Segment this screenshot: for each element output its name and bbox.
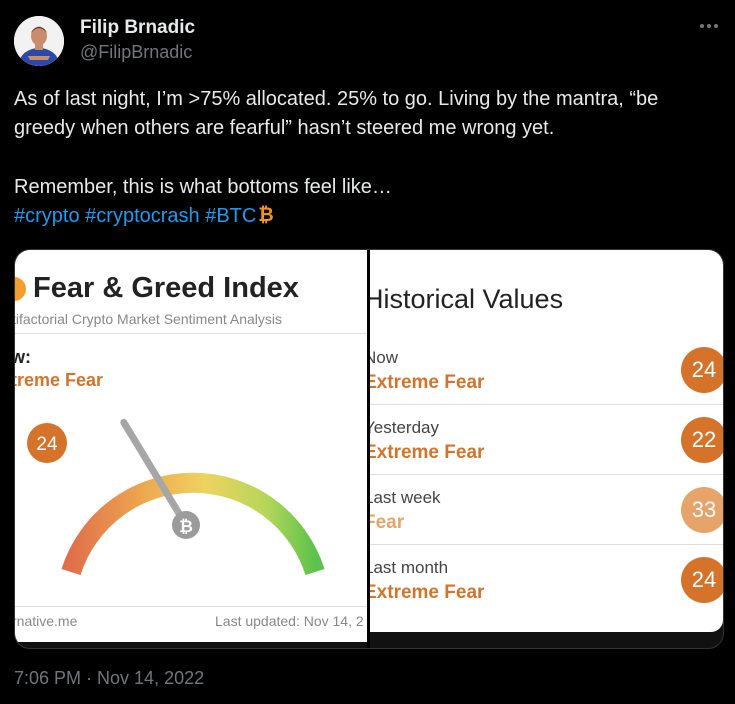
- row-divider: [370, 544, 723, 545]
- hashtag-btc[interactable]: #BTC: [205, 205, 256, 227]
- historical-values-panel: Historical Values Now Extreme Fear 24 Yeste…: [370, 250, 723, 632]
- divider: [15, 333, 367, 334]
- now-label: w:: [15, 347, 31, 367]
- row-divider: [370, 404, 723, 405]
- gauge-title: Fear & Greed Index: [33, 272, 299, 304]
- avatar-image: [14, 16, 64, 66]
- historical-row-classification: Extreme Fear: [370, 372, 485, 393]
- historical-row-label: Yesterday: [370, 418, 439, 437]
- hashtag-crypto[interactable]: #crypto: [14, 205, 80, 227]
- divider: [15, 606, 367, 607]
- tweet-timestamp[interactable]: 7:06 PM · Nov 14, 2022: [14, 668, 204, 689]
- bitcoin-icon: ₿: [259, 204, 274, 224]
- historical-row-label: Now: [370, 348, 399, 367]
- gauge-subtitle: tifactorial Crypto Market Sentiment Anal…: [15, 311, 282, 327]
- svg-text:₿: ₿: [259, 204, 274, 224]
- historical-row-classification: Fear: [370, 512, 405, 533]
- historical-row-classification: Extreme Fear: [370, 442, 485, 463]
- fear-greed-gauge-panel: Fear & Greed Index tifactorial Crypto Ma…: [15, 250, 367, 642]
- historical-row: Last month Extreme Fear 24: [370, 544, 723, 614]
- tweet-paragraph-1: As of last night, I’m >75% allocated. 25…: [14, 88, 659, 139]
- hashtag-cryptocrash[interactable]: #cryptocrash: [85, 205, 200, 227]
- historical-row: Now Extreme Fear 24: [370, 334, 723, 404]
- hashtag-line: #crypto #cryptocrash #BTC ₿: [14, 202, 724, 231]
- historical-row-value: 24: [681, 557, 723, 603]
- more-options-icon[interactable]: [694, 14, 724, 44]
- historical-row: Last week Fear 33: [370, 474, 723, 544]
- historical-row-label: Last month: [370, 558, 449, 577]
- historical-title: Historical Values: [370, 284, 564, 314]
- needle-bitcoin-icon: ₿: [179, 517, 193, 537]
- tweet-media[interactable]: Fear & Greed Index tifactorial Crypto Ma…: [14, 249, 724, 649]
- source-text: rnative.me: [15, 613, 78, 629]
- avatar[interactable]: [14, 16, 64, 66]
- tweet-text: As of last night, I’m >75% allocated. 25…: [14, 85, 724, 231]
- historical-row-classification: Extreme Fear: [370, 582, 485, 603]
- gauge: ₿ 24: [27, 418, 325, 576]
- historical-row-label: Last week: [370, 488, 441, 507]
- historical-row-value: 22: [681, 417, 723, 463]
- author-handle[interactable]: @FilipBrnadic: [80, 42, 192, 63]
- tweet-paragraph-2: Remember, this is what bottoms feel like…: [14, 176, 392, 198]
- row-divider: [370, 474, 723, 475]
- coin-logo-icon: [15, 277, 26, 301]
- author-name[interactable]: Filip Brnadic: [80, 17, 195, 39]
- historical-row: Yesterday Extreme Fear 22: [370, 404, 723, 474]
- historical-row-value: 24: [681, 347, 723, 393]
- last-updated-text: Last updated: Nov 14, 2: [215, 613, 364, 629]
- historical-row-value: 33: [681, 487, 723, 533]
- gauge-value-text: 24: [36, 434, 58, 455]
